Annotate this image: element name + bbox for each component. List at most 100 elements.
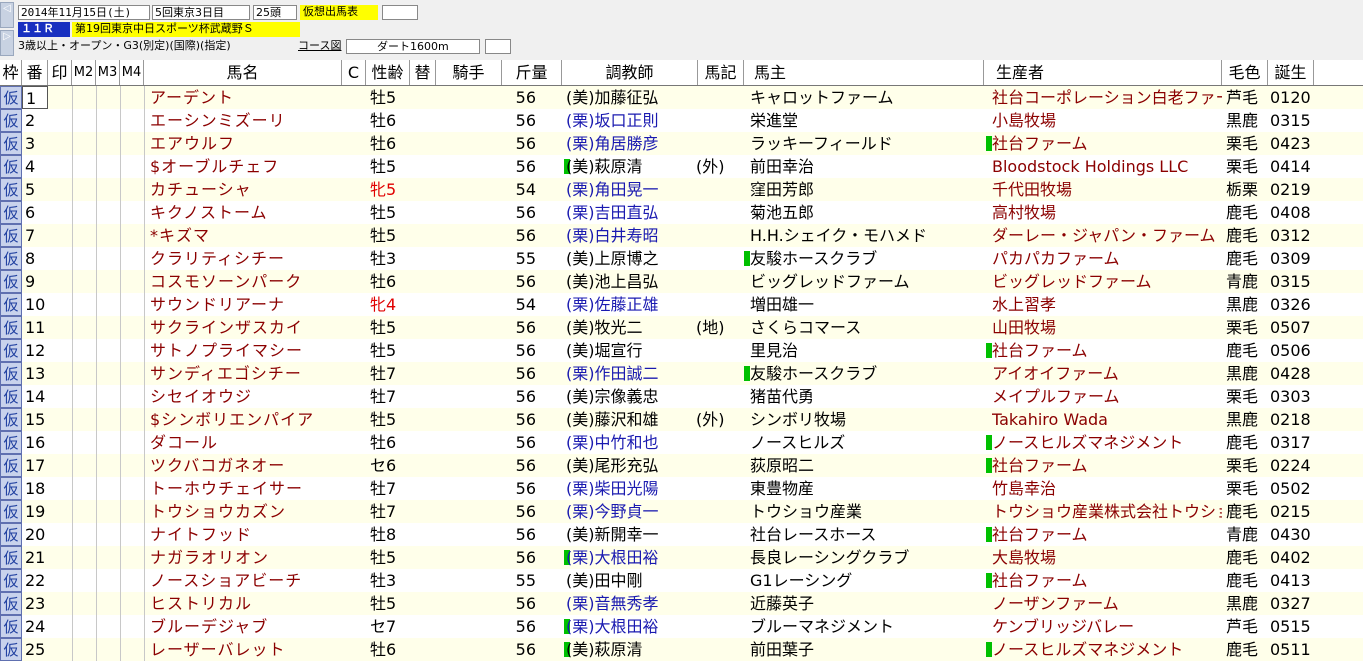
owner[interactable]: 窪田芳郎 xyxy=(750,178,990,201)
col-number[interactable]: 番 xyxy=(22,60,48,85)
m3-cell[interactable] xyxy=(96,615,121,638)
horse-name[interactable]: トウショウカズン xyxy=(150,500,368,523)
m3-cell[interactable] xyxy=(96,569,121,592)
table-row[interactable]: 仮 15 $シンボリエンパイア 牡5 56 (美)藤沢和雄 (外) シンボリ牧場 Takahir… xyxy=(0,408,1363,431)
breeder[interactable]: 社台ファーム xyxy=(992,454,1222,477)
m2-cell[interactable] xyxy=(72,132,97,155)
m4-cell[interactable] xyxy=(120,132,145,155)
trainer[interactable]: (栗)角田晃一 xyxy=(566,178,746,201)
breeder[interactable]: 竹島幸治 xyxy=(992,477,1222,500)
breeder[interactable]: 高村牧場 xyxy=(992,201,1222,224)
horse-name[interactable]: *キズマ xyxy=(150,224,368,247)
m4-cell[interactable] xyxy=(120,224,145,247)
waku-cell[interactable]: 仮 xyxy=(0,201,22,224)
waku-cell[interactable]: 仮 xyxy=(0,431,22,454)
m2-cell[interactable] xyxy=(72,569,97,592)
m4-cell[interactable] xyxy=(120,477,145,500)
breeder[interactable]: ノースヒルズマネジメント xyxy=(992,431,1222,454)
m2-cell[interactable] xyxy=(72,201,97,224)
number-cell[interactable]: 3 xyxy=(22,132,48,155)
col-birthday[interactable]: 誕生 xyxy=(1268,60,1314,85)
number-cell[interactable]: 21 xyxy=(22,546,48,569)
mark-cell[interactable] xyxy=(48,316,73,339)
owner[interactable]: 友駿ホースクラブ xyxy=(750,247,990,270)
waku-cell[interactable]: 仮 xyxy=(0,500,22,523)
number-cell[interactable]: 22 xyxy=(22,569,48,592)
m2-cell[interactable] xyxy=(72,454,97,477)
horse-name[interactable]: ブルーデジャブ xyxy=(150,615,368,638)
trainer[interactable]: (栗)角居勝彦 xyxy=(566,132,746,155)
m3-cell[interactable] xyxy=(96,454,121,477)
mark-cell[interactable] xyxy=(48,224,73,247)
number-cell[interactable]: 14 xyxy=(22,385,48,408)
owner[interactable]: キャロットファーム xyxy=(750,86,990,109)
m3-cell[interactable] xyxy=(96,523,121,546)
breeder[interactable]: 社台ファーム xyxy=(992,339,1222,362)
m4-cell[interactable] xyxy=(120,500,145,523)
m3-cell[interactable] xyxy=(96,86,121,109)
m2-cell[interactable] xyxy=(72,546,97,569)
col-m4[interactable]: M4 xyxy=(120,60,144,85)
m3-cell[interactable] xyxy=(96,362,121,385)
col-weight[interactable]: 斤量 xyxy=(502,60,562,85)
number-cell[interactable]: 11 xyxy=(22,316,48,339)
owner[interactable]: 菊池五郎 xyxy=(750,201,990,224)
waku-cell[interactable]: 仮 xyxy=(0,569,22,592)
m2-cell[interactable] xyxy=(72,155,97,178)
trainer[interactable]: (美)牧光二 (地) xyxy=(566,316,746,339)
table-row[interactable]: 仮 11 サクラインザスカイ 牡5 56 (美)牧光二 (地) さくらコマース 山田牧場 栗毛 05… xyxy=(0,316,1363,339)
m4-cell[interactable] xyxy=(120,569,145,592)
table-row[interactable]: 仮 19 トウショウカズン 牡7 56 (栗)今野貞一 トウショウ産業 トウショウ産業株式会社… xyxy=(0,500,1363,523)
breeder[interactable]: ビッグレッドファーム xyxy=(992,270,1222,293)
number-cell[interactable]: 18 xyxy=(22,477,48,500)
mark-cell[interactable] xyxy=(48,569,73,592)
number-cell[interactable]: 2 xyxy=(22,109,48,132)
trainer[interactable]: (美)加藤征弘 xyxy=(566,86,746,109)
trainer[interactable]: (栗)柴田光陽 xyxy=(566,477,746,500)
horse-name[interactable]: ダコール xyxy=(150,431,368,454)
owner[interactable]: 友駿ホースクラブ xyxy=(750,362,990,385)
owner[interactable]: 栄進堂 xyxy=(750,109,990,132)
number-cell[interactable]: 8 xyxy=(22,247,48,270)
horse-name[interactable]: ノースショアビーチ xyxy=(150,569,368,592)
owner[interactable]: ブルーマネジメント xyxy=(750,615,990,638)
breeder[interactable]: Bloodstock Holdings LLC xyxy=(992,155,1222,178)
table-row[interactable]: 仮 22 ノースショアビーチ 牡3 55 (美)田中剛 G1レーシング 社台ファーム 鹿毛 041… xyxy=(0,569,1363,592)
course-map-link[interactable]: コース図 xyxy=(298,39,346,54)
waku-cell[interactable]: 仮 xyxy=(0,270,22,293)
m3-cell[interactable] xyxy=(96,316,121,339)
owner[interactable]: 増田雄一 xyxy=(750,293,990,316)
breeder[interactable]: アイオイファーム xyxy=(992,362,1222,385)
owner[interactable]: ビッグレッドファーム xyxy=(750,270,990,293)
mark-cell[interactable] xyxy=(48,132,73,155)
m2-cell[interactable] xyxy=(72,293,97,316)
mark-cell[interactable] xyxy=(48,546,73,569)
col-mark[interactable]: 印 xyxy=(48,60,72,85)
horse-name[interactable]: アーデント xyxy=(150,86,368,109)
owner[interactable]: 里見治 xyxy=(750,339,990,362)
horse-name[interactable]: シセイオウジ xyxy=(150,385,368,408)
waku-cell[interactable]: 仮 xyxy=(0,362,22,385)
breeder[interactable]: ノースヒルズマネジメント xyxy=(992,638,1222,661)
trainer[interactable]: (栗)大根田裕 xyxy=(566,546,746,569)
table-row[interactable]: 仮 8 クラリティシチー 牡3 55 (美)上原博之 友駿ホースクラブ パカパカファーム 鹿毛 0… xyxy=(0,247,1363,270)
col-breeder[interactable]: 生産者 xyxy=(984,60,1222,85)
waku-cell[interactable]: 仮 xyxy=(0,316,22,339)
horse-name[interactable]: トーホウチェイサー xyxy=(150,477,368,500)
horse-name[interactable]: クラリティシチー xyxy=(150,247,368,270)
waku-cell[interactable]: 仮 xyxy=(0,86,22,109)
m3-cell[interactable] xyxy=(96,408,121,431)
m3-cell[interactable] xyxy=(96,224,121,247)
mark-cell[interactable] xyxy=(48,431,73,454)
m3-cell[interactable] xyxy=(96,477,121,500)
m2-cell[interactable] xyxy=(72,592,97,615)
m4-cell[interactable] xyxy=(120,615,145,638)
table-row[interactable]: 仮 3 エアウルフ 牡6 56 (栗)角居勝彦 ラッキーフィールド 社台ファーム 栗毛 0423 xyxy=(0,132,1363,155)
m3-cell[interactable] xyxy=(96,385,121,408)
waku-cell[interactable]: 仮 xyxy=(0,339,22,362)
col-change[interactable]: 替 xyxy=(410,60,436,85)
m4-cell[interactable] xyxy=(120,155,145,178)
m4-cell[interactable] xyxy=(120,362,145,385)
breeder[interactable]: 社台ファーム xyxy=(992,132,1222,155)
waku-cell[interactable]: 仮 xyxy=(0,615,22,638)
